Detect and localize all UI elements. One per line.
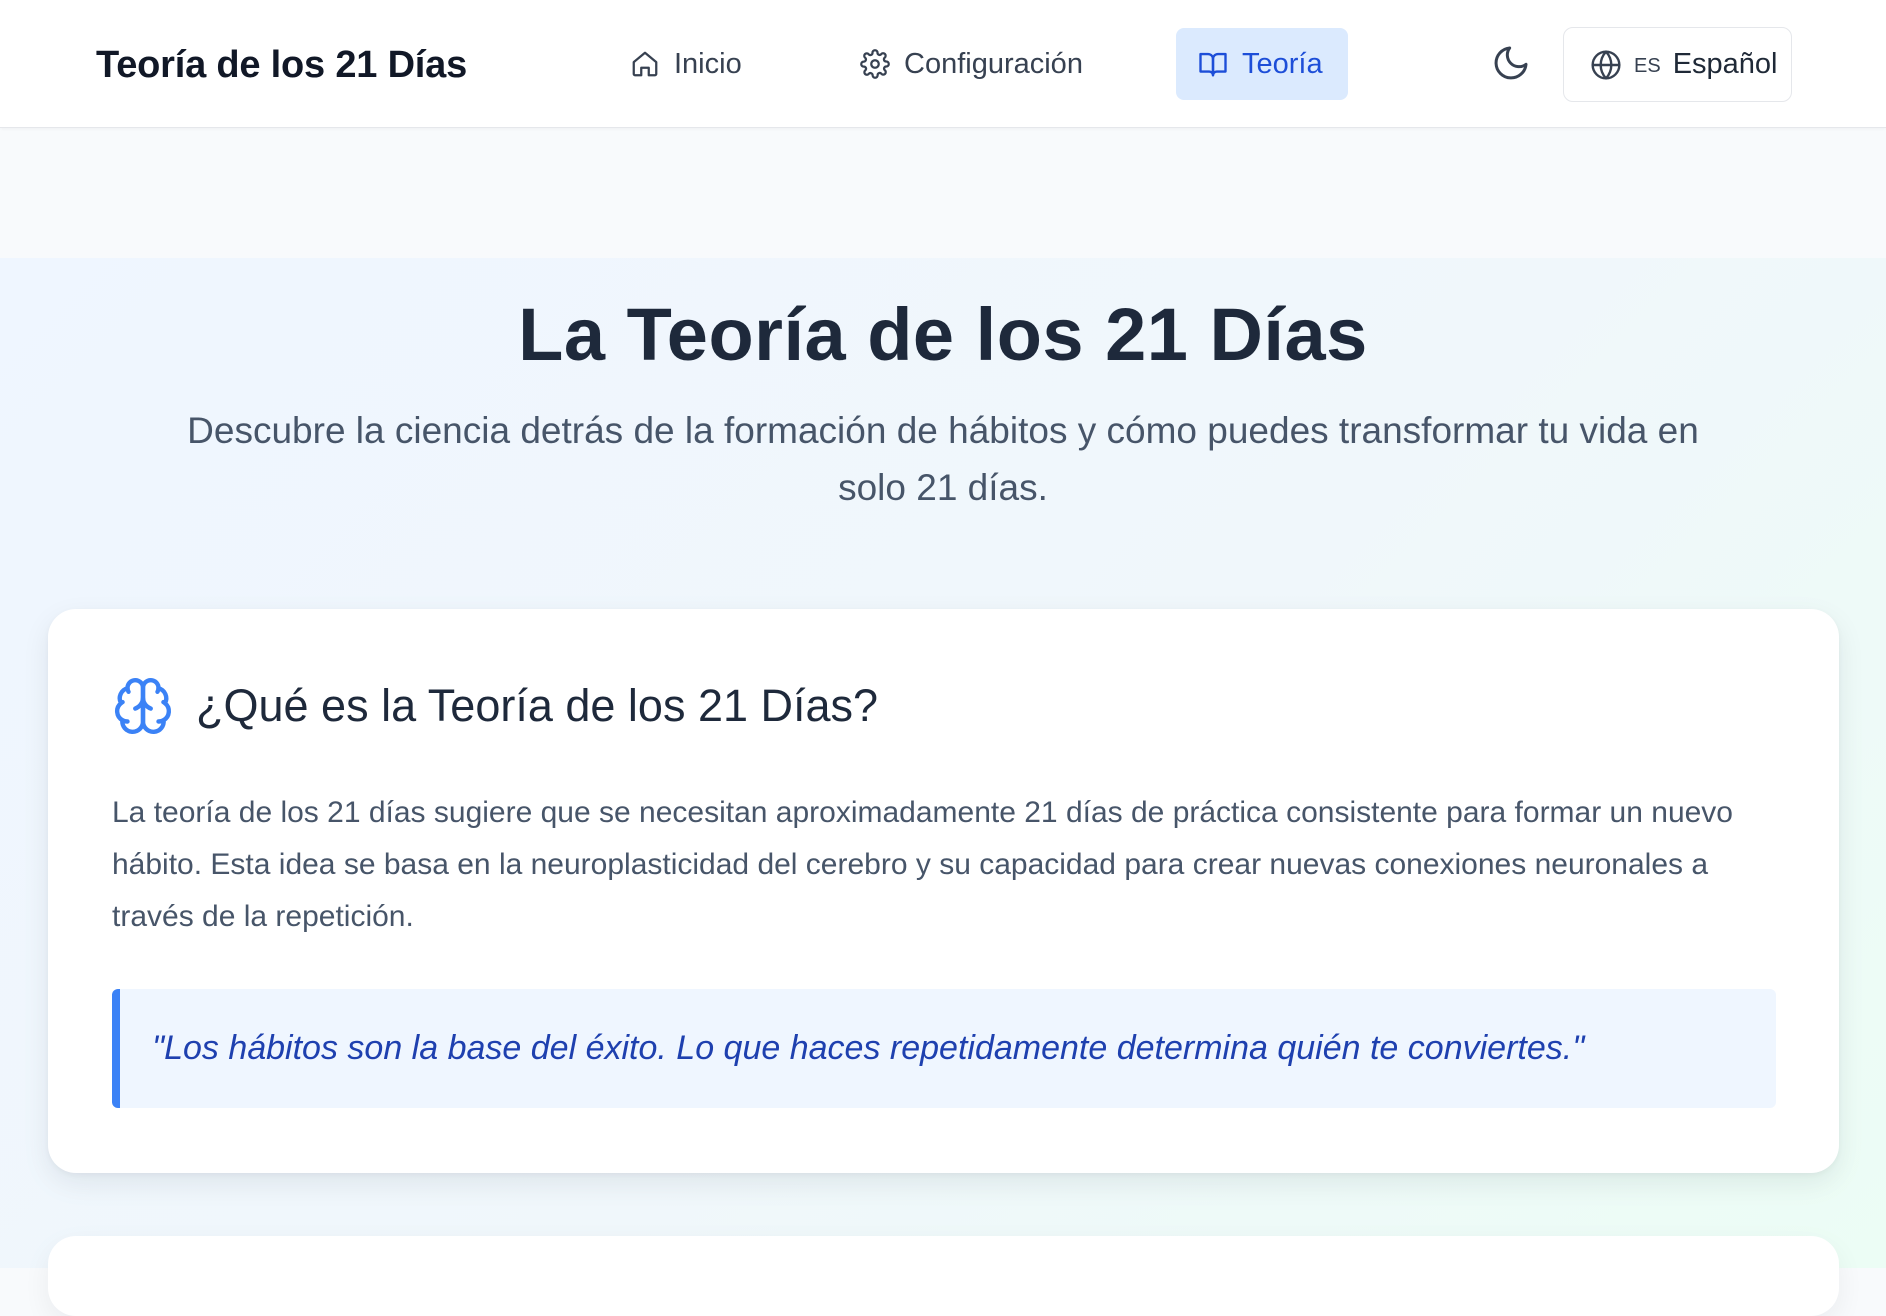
card-title: ¿Qué es la Teoría de los 21 Días?	[196, 680, 879, 731]
gear-icon	[860, 49, 890, 79]
theme-toggle-button[interactable]	[1488, 40, 1534, 86]
globe-icon	[1591, 49, 1621, 80]
nav-label-configuracion: Configuración	[904, 47, 1083, 80]
nav-label-teoria: Teoría	[1242, 47, 1323, 80]
nav-item-configuracion[interactable]: Configuración	[838, 28, 1105, 100]
card-header: ¿Qué es la Teoría de los 21 Días?	[112, 675, 878, 737]
theory-card: ¿Qué es la Teoría de los 21 Días? La teo…	[48, 609, 1839, 1173]
next-card	[48, 1236, 1839, 1316]
page-title: La Teoría de los 21 Días	[518, 293, 1368, 376]
nav-item-inicio[interactable]: Inicio	[608, 28, 764, 100]
book-open-icon	[1199, 52, 1227, 77]
language-selector[interactable]: ES Español	[1563, 27, 1792, 102]
brain-icon	[115, 678, 171, 734]
language-code: ES	[1634, 55, 1661, 77]
nav-item-teoria[interactable]: Teoría	[1176, 28, 1348, 100]
brand-title[interactable]: Teoría de los 21 Días	[96, 44, 467, 87]
card-body-text: La teoría de los 21 días sugiere que se …	[112, 796, 1733, 933]
habit-quote: "Los hábitos son la base del éxito. Lo q…	[112, 989, 1776, 1108]
top-navbar: Teoría de los 21 Días Inicio Configuraci…	[0, 0, 1886, 128]
page-subtitle: Descubre la ciencia detrás de la formaci…	[187, 410, 1699, 508]
nav-label-inicio: Inicio	[674, 47, 742, 80]
home-icon	[632, 51, 658, 77]
moon-icon	[1494, 46, 1528, 80]
language-name: Español	[1672, 48, 1778, 80]
